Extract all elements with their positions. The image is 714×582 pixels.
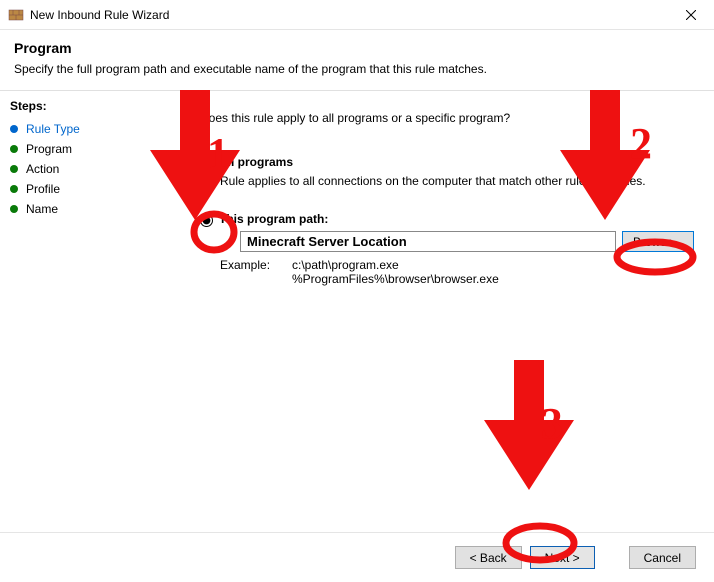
close-button[interactable]	[668, 0, 714, 30]
step-rule-type[interactable]: Rule Type	[10, 119, 140, 139]
titlebar: New Inbound Rule Wizard	[0, 0, 714, 30]
example-row: Example: c:\path\program.exe %ProgramFil…	[220, 258, 694, 286]
page-subtitle: Specify the full program path and execut…	[14, 62, 700, 76]
program-radiogroup: All programs Rule applies to all connect…	[200, 155, 694, 286]
wizard-body: Steps: Rule Type Program Action Profile …	[0, 91, 714, 523]
window-title: New Inbound Rule Wizard	[30, 8, 668, 22]
bullet-icon	[10, 165, 18, 173]
wizard-header: Program Specify the full program path an…	[0, 30, 714, 82]
step-label: Action	[26, 162, 59, 176]
radio-all-programs[interactable]	[200, 157, 213, 170]
example-values: c:\path\program.exe %ProgramFiles%\brows…	[292, 258, 499, 286]
main-panel: Does this rule apply to all programs or …	[150, 91, 714, 523]
step-label: Profile	[26, 182, 60, 196]
step-action[interactable]: Action	[10, 159, 140, 179]
step-label: Name	[26, 202, 58, 216]
radio-program-path-label: This program path:	[219, 212, 328, 226]
bullet-icon	[10, 185, 18, 193]
page-title: Program	[14, 40, 700, 56]
program-path-row: Browse...	[240, 231, 694, 252]
bullet-icon	[10, 205, 18, 213]
back-button[interactable]: < Back	[455, 546, 522, 569]
panel-question: Does this rule apply to all programs or …	[200, 111, 694, 125]
radio-program-path[interactable]	[200, 214, 213, 227]
cancel-button[interactable]: Cancel	[629, 546, 696, 569]
bullet-icon	[10, 125, 18, 133]
radio-all-programs-label: All programs	[219, 155, 293, 169]
step-program[interactable]: Program	[10, 139, 140, 159]
radio-program-path-row: This program path:	[200, 212, 694, 227]
step-profile[interactable]: Profile	[10, 179, 140, 199]
firewall-icon	[8, 7, 24, 23]
step-name[interactable]: Name	[10, 199, 140, 219]
next-button[interactable]: Next >	[530, 546, 595, 569]
step-label: Program	[26, 142, 72, 156]
radio-all-programs-desc: Rule applies to all connections on the c…	[220, 174, 694, 188]
radio-all-programs-row: All programs	[200, 155, 694, 170]
example-label: Example:	[220, 258, 292, 286]
wizard-footer: < Back Next > Cancel	[0, 532, 714, 582]
browse-button[interactable]: Browse...	[622, 231, 694, 252]
program-path-input[interactable]	[240, 231, 616, 252]
steps-sidebar: Steps: Rule Type Program Action Profile …	[0, 91, 150, 523]
bullet-icon	[10, 145, 18, 153]
steps-label: Steps:	[10, 99, 140, 113]
step-label: Rule Type	[26, 122, 80, 136]
